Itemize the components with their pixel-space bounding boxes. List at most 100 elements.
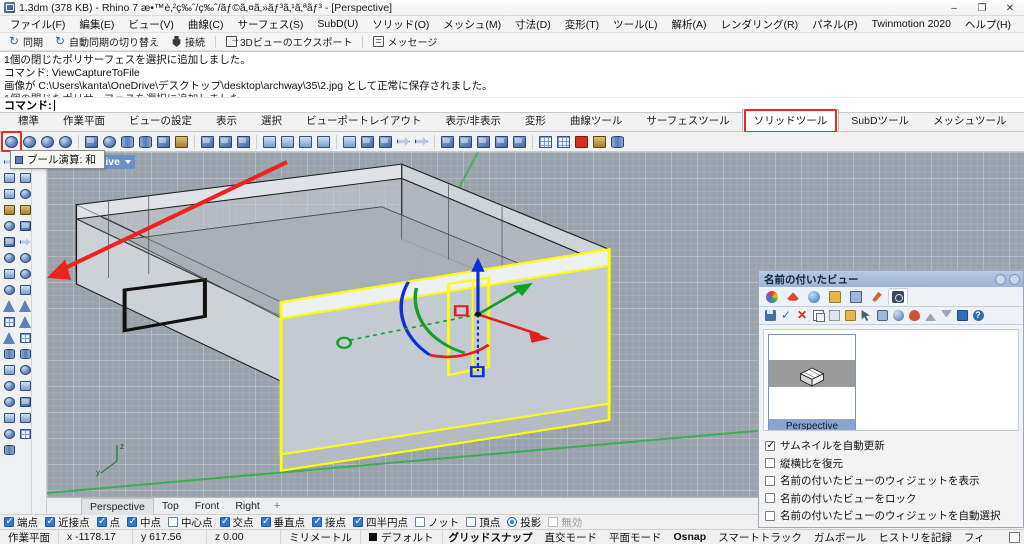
maximize-button[interactable]: ❐ xyxy=(968,0,996,16)
save-view-icon[interactable] xyxy=(763,309,777,323)
gumball-icon[interactable] xyxy=(18,203,33,218)
checkbox-icon[interactable] xyxy=(765,458,775,468)
status-extra-box[interactable] xyxy=(1009,531,1020,543)
cone-icon[interactable] xyxy=(2,283,17,298)
box-icon[interactable] xyxy=(18,219,33,234)
tab-transform[interactable]: 変形 xyxy=(513,109,558,131)
folder-icon[interactable] xyxy=(825,288,845,305)
texture-icon[interactable] xyxy=(18,427,33,442)
option-lock-named-view[interactable]: 名前の付いたビューをロック xyxy=(765,491,1017,506)
checkbox-icon[interactable] xyxy=(45,516,55,527)
checkbox-icon[interactable] xyxy=(415,517,425,527)
environment-icon[interactable] xyxy=(804,288,824,305)
mode-osnap[interactable]: Osnap xyxy=(668,530,713,544)
boolean-split-icon[interactable] xyxy=(57,133,74,150)
osnap-center[interactable]: 中心点 xyxy=(168,515,213,530)
checkbox-icon[interactable] xyxy=(765,493,775,503)
tab-set-view[interactable]: ビューの設定 xyxy=(117,109,204,131)
pyramid-icon[interactable] xyxy=(18,315,33,330)
osnap-knot[interactable]: ノット xyxy=(415,515,459,530)
extrude-curve-icon[interactable] xyxy=(279,133,296,150)
checkbox-icon[interactable] xyxy=(765,475,775,486)
layer-icon[interactable] xyxy=(846,288,866,305)
auto-sync-button[interactable]: 自動同期の切り替え xyxy=(50,33,164,50)
menu-item-dimension[interactable]: 寸法(D) xyxy=(508,16,558,33)
box-solid-icon[interactable] xyxy=(2,235,17,250)
mode-ortho[interactable]: 直交モード xyxy=(539,530,604,544)
move-up-icon[interactable] xyxy=(923,309,937,323)
tab-solid-tools[interactable]: ソリッドツール xyxy=(741,109,840,133)
align-icon[interactable] xyxy=(2,187,17,202)
cap-holes-icon[interactable] xyxy=(315,133,332,150)
torus-icon[interactable] xyxy=(2,331,17,346)
offset-solid-icon[interactable] xyxy=(395,133,412,150)
osnap-end[interactable]: 端点 xyxy=(4,515,38,530)
viewport-tab-perspective[interactable]: Perspective xyxy=(81,497,154,515)
cplane-indicator[interactable]: 作業平面 xyxy=(0,529,59,544)
solid-edit-icon[interactable] xyxy=(439,133,456,150)
checkbox-icon[interactable] xyxy=(353,516,363,527)
sphere-icon[interactable] xyxy=(101,133,118,150)
close-button[interactable]: ✕ xyxy=(996,0,1024,16)
pipe-icon[interactable] xyxy=(261,133,278,150)
checkbox-icon[interactable] xyxy=(260,516,271,527)
tube-icon[interactable] xyxy=(2,347,17,362)
select-nurbs-icon[interactable] xyxy=(2,171,17,186)
solid-tools-icon[interactable] xyxy=(173,133,190,150)
checkbox-icon[interactable] xyxy=(765,510,775,521)
option-restore-aspect-ratio[interactable]: 縦横比を復元 xyxy=(765,456,1017,471)
viewport-tab-top[interactable]: Top xyxy=(154,498,187,514)
checkbox-icon[interactable] xyxy=(219,516,230,527)
folder-view-icon[interactable] xyxy=(843,309,857,323)
brush-icon[interactable] xyxy=(867,288,887,305)
mode-gumball[interactable]: ガムボール xyxy=(808,530,873,544)
list-item[interactable]: Perspective xyxy=(768,334,856,430)
cylinder-icon[interactable] xyxy=(18,267,33,282)
option-show-widget[interactable]: 名前の付いたビューのウィジェットを表示 xyxy=(765,473,1017,488)
panel-close-icon[interactable] xyxy=(1009,273,1020,285)
restore-view-icon[interactable]: ✓ xyxy=(779,309,793,323)
boolean-difference-icon[interactable] xyxy=(21,133,38,150)
revolve-icon[interactable] xyxy=(2,379,17,394)
checkbox-icon[interactable] xyxy=(127,516,137,527)
osnap-mid[interactable]: 中点 xyxy=(127,515,161,530)
truncated-cone-icon[interactable] xyxy=(18,299,33,314)
sweep1-icon[interactable] xyxy=(2,395,17,410)
extrude-icon[interactable] xyxy=(2,363,17,378)
osnap-project[interactable]: 投影 xyxy=(507,515,541,530)
plane-icon[interactable] xyxy=(2,267,17,282)
viewport-tab-front[interactable]: Front xyxy=(187,498,228,514)
extrude-surface-icon[interactable] xyxy=(297,133,314,150)
menu-item-surface[interactable]: サーフェス(S) xyxy=(231,16,311,33)
tab-viewport-layout[interactable]: ビューポートレイアウト xyxy=(294,109,434,131)
mesh-icon[interactable] xyxy=(2,427,17,442)
tab-subd-tools[interactable]: SubDツール xyxy=(839,109,921,131)
menu-item-help[interactable]: ヘルプ(H) xyxy=(958,16,1018,33)
mesh-from-solid-icon[interactable] xyxy=(511,133,528,150)
move-down-icon[interactable] xyxy=(939,309,953,323)
display-mode-icon[interactable] xyxy=(955,309,969,323)
osnap-tangent[interactable]: 接点 xyxy=(312,515,346,530)
menu-item-transform[interactable]: 変形(T) xyxy=(558,16,606,33)
delete-solid-icon[interactable] xyxy=(573,133,590,150)
delete-view-icon[interactable]: ✕ xyxy=(795,309,809,323)
ellipsoid-icon[interactable] xyxy=(18,251,33,266)
cylinder-icon[interactable] xyxy=(119,133,136,150)
option-auto-select-widget[interactable]: 名前の付いたビューのウィジェットを自動選択 xyxy=(765,508,1017,523)
mode-record-history[interactable]: ヒストリを記録 xyxy=(872,530,958,544)
menu-item-view[interactable]: ビュー(V) xyxy=(121,16,181,33)
help-icon[interactable]: ? xyxy=(971,309,985,323)
object-view-icon[interactable] xyxy=(891,309,905,323)
tab-display[interactable]: 表示 xyxy=(204,109,249,131)
menu-item-analyze[interactable]: 解析(A) xyxy=(664,16,713,33)
chevron-down-icon[interactable] xyxy=(124,160,131,164)
menu-item-subd[interactable]: SubD(U) xyxy=(310,17,365,31)
sphere-small-icon[interactable] xyxy=(18,187,33,202)
menu-item-twinmotion[interactable]: Twinmotion 2020 xyxy=(865,17,958,31)
sweep2-icon[interactable] xyxy=(18,395,33,410)
menu-item-curve[interactable]: 曲線(C) xyxy=(181,16,231,33)
tag-view-icon[interactable] xyxy=(875,309,889,323)
osnap-near[interactable]: 近接点 xyxy=(45,515,90,530)
checkbox-icon[interactable] xyxy=(168,517,178,527)
menu-item-solid[interactable]: ソリッド(O) xyxy=(365,16,436,33)
